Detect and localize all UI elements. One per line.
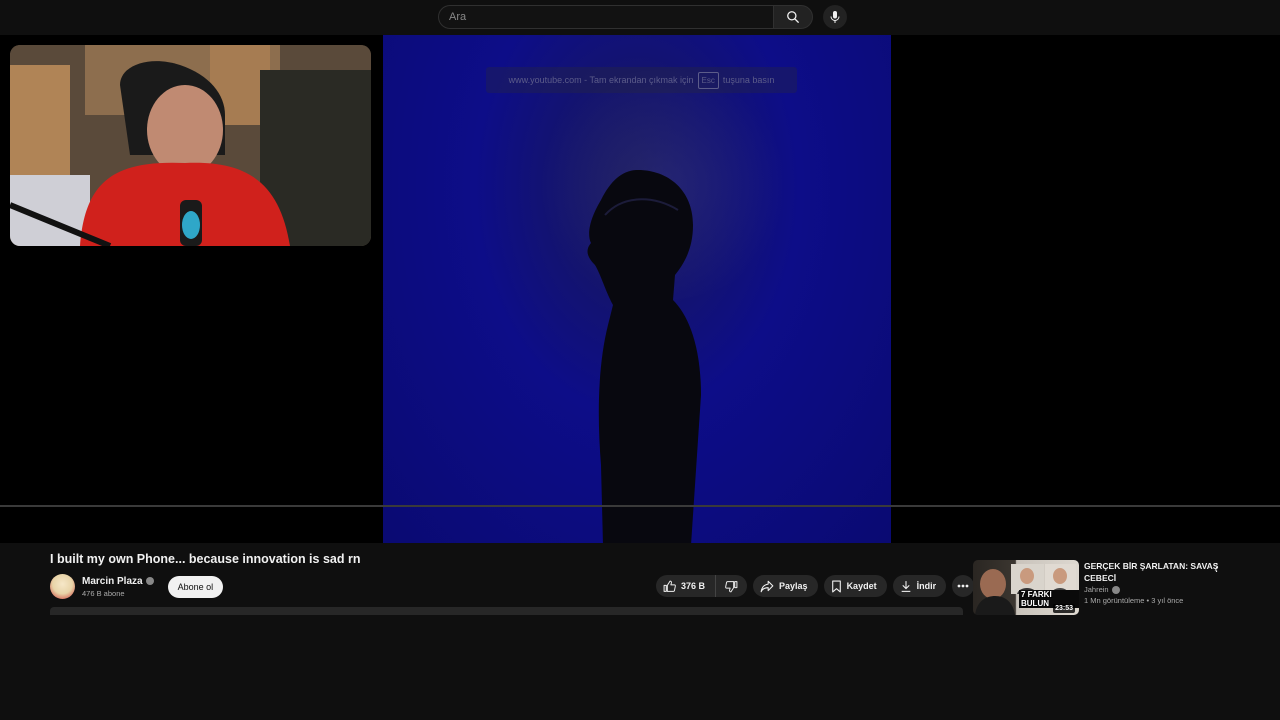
fullscreen-exit-hint: www.youtube.com - Tam ekrandan çıkmak iç…: [486, 67, 797, 93]
download-label: İndir: [916, 581, 937, 591]
share-label: Paylaş: [779, 581, 808, 591]
subscribe-button[interactable]: Abone ol: [167, 575, 224, 598]
more-vertical-icon[interactable]: ⋮: [1211, 561, 1222, 574]
verified-icon: [1111, 585, 1120, 594]
video-progress-bar[interactable]: [0, 505, 1280, 507]
microphone-icon: [830, 11, 840, 23]
channel-avatar[interactable]: [50, 574, 75, 599]
action-buttons: 376 B Paylaş Kaydet İndir: [656, 575, 975, 597]
search-button[interactable]: [773, 5, 813, 29]
fullscreen-hint-suffix: tuşuna basın: [722, 75, 775, 85]
fullscreen-hint-text: www.youtube.com - Tam ekrandan çıkmak iç…: [508, 75, 694, 85]
share-button[interactable]: Paylaş: [753, 575, 818, 597]
verified-icon: [145, 577, 154, 585]
streamer-webcam-image: [10, 45, 371, 246]
bookmark-icon: [831, 580, 841, 592]
like-dislike-group: 376 B: [656, 575, 748, 597]
thumbs-up-icon: [663, 580, 676, 592]
download-button[interactable]: İndir: [892, 575, 947, 597]
search-icon: [787, 11, 799, 23]
recommended-title[interactable]: GERÇEK BİR ŞARLATAN: SAVAŞ CEBECİ: [1084, 560, 1219, 584]
video-player[interactable]: www.youtube.com - Tam ekrandan çıkmak iç…: [0, 35, 1280, 543]
person-silhouette: [587, 170, 701, 543]
recommended-video[interactable]: 7 FARKI BULUN 23:53 GERÇEK BİR ŞARLATAN:…: [973, 560, 1228, 615]
thumbs-down-icon: [725, 580, 738, 592]
webcam-overlay: [10, 45, 371, 246]
video-info: I built my own Phone... because innovati…: [50, 552, 360, 566]
video-duration: 23:53: [1053, 604, 1075, 613]
channel-row: Marcin Plaza 476 B abone Abone ol: [50, 574, 224, 599]
share-icon: [760, 580, 774, 592]
video-frame: [383, 35, 891, 543]
search-input[interactable]: [438, 5, 773, 29]
channel-name[interactable]: Marcin Plaza: [82, 576, 143, 587]
subscriber-count: 476 B abone: [82, 588, 125, 598]
like-button[interactable]: 376 B: [656, 575, 717, 597]
masthead: [0, 0, 1280, 35]
recommended-meta: GERÇEK BİR ŞARLATAN: SAVAŞ CEBECİ Jahrei…: [1084, 560, 1219, 615]
voice-search-button[interactable]: [823, 5, 847, 29]
recommended-channel-row: Jahrein: [1084, 585, 1219, 594]
download-icon: [901, 580, 910, 592]
more-actions-button[interactable]: [952, 575, 975, 597]
more-horizontal-icon: [957, 584, 969, 588]
like-count: 376 B: [681, 581, 706, 591]
recommended-stats: 1 Mn görüntüleme • 3 yıl önce: [1084, 596, 1184, 605]
esc-key: Esc: [697, 71, 719, 89]
channel-name-row[interactable]: Marcin Plaza: [82, 576, 154, 587]
recommended-thumbnail[interactable]: 7 FARKI BULUN 23:53: [973, 560, 1079, 615]
video-title: I built my own Phone... because innovati…: [50, 552, 361, 566]
save-button[interactable]: Kaydet: [823, 575, 887, 597]
dislike-button[interactable]: [716, 575, 748, 597]
channel-info: Marcin Plaza 476 B abone: [82, 576, 154, 598]
search-box: [438, 5, 847, 29]
recommended-channel[interactable]: Jahrein: [1084, 585, 1109, 594]
save-label: Kaydet: [846, 581, 877, 591]
description-box[interactable]: [50, 607, 963, 615]
